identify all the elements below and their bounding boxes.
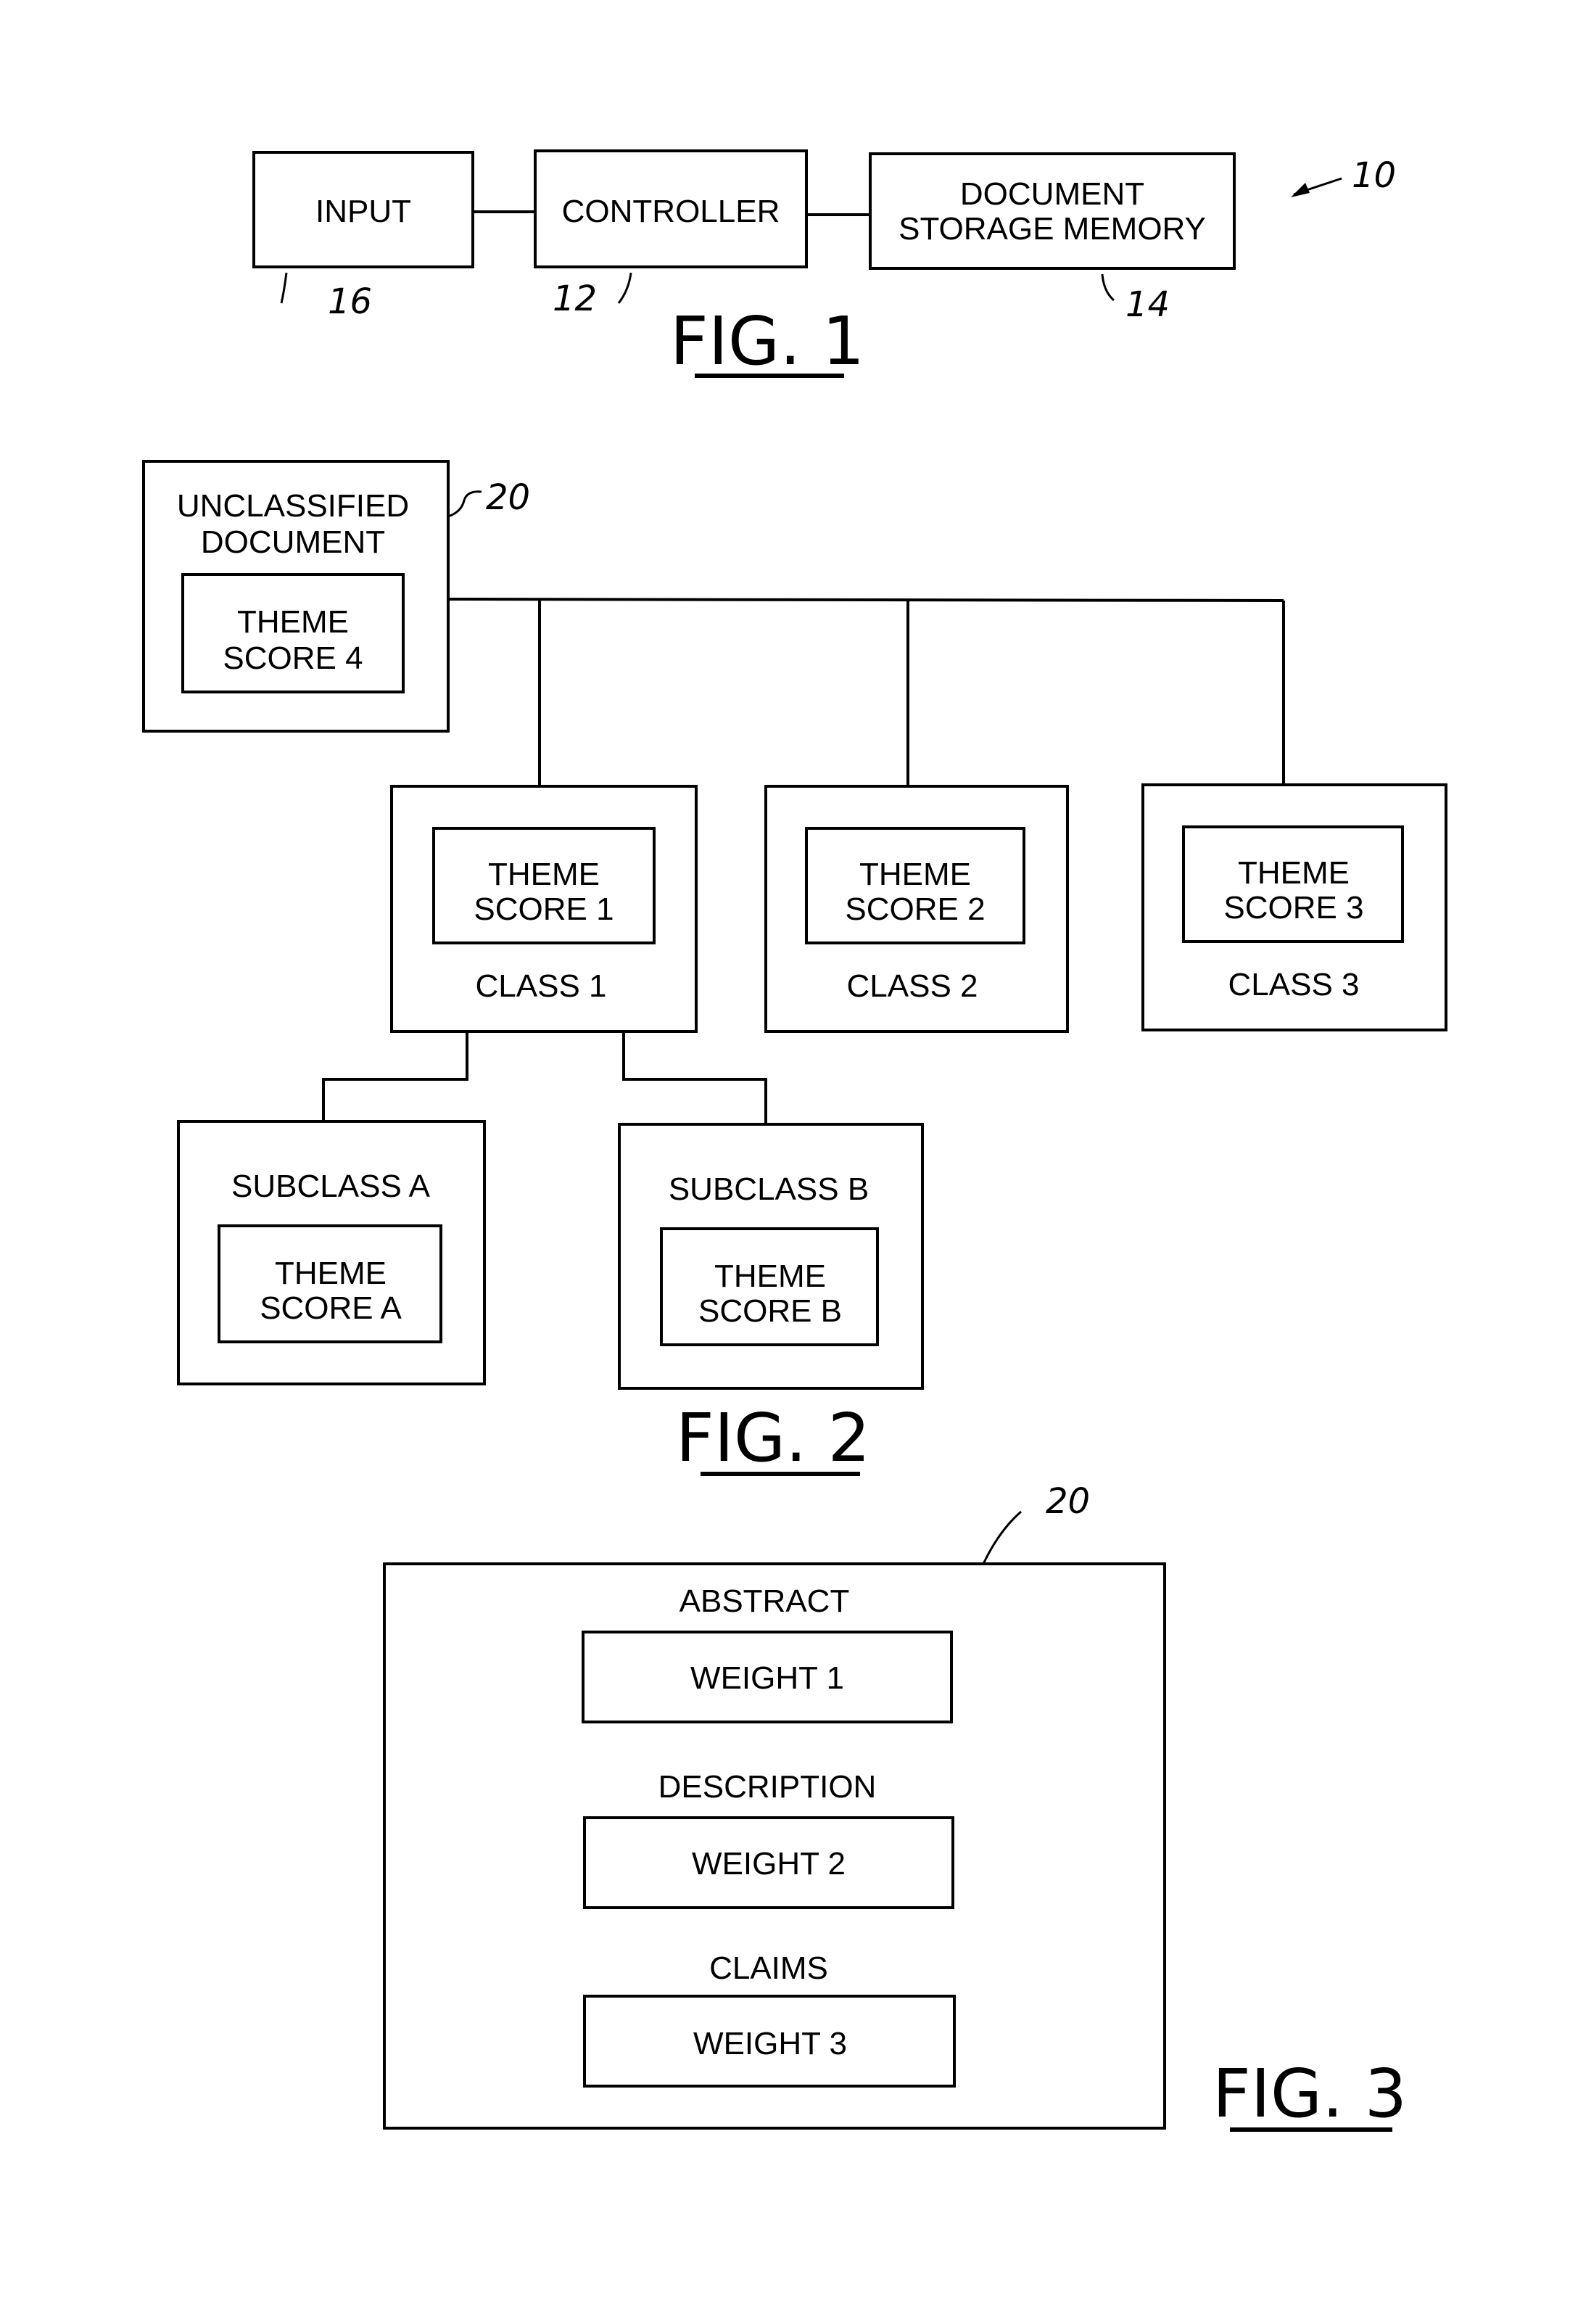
patent-drawing-sheet: INPUT CONTROLLER DOCUMENT STORAGE MEMORY… bbox=[142, 149, 1447, 2133]
subclass-b-connector bbox=[622, 1031, 767, 1124]
ref-14-leader bbox=[1101, 273, 1115, 302]
theme-score-2-line2: SCORE 2 bbox=[845, 891, 985, 927]
abstract-heading: ABSTRACT bbox=[679, 1583, 850, 1619]
ref-20-fig2: 20 bbox=[486, 477, 530, 518]
theme-score-a-line2: SCORE A bbox=[260, 1290, 402, 1326]
memory-label-line2: STORAGE MEMORY bbox=[899, 211, 1206, 247]
subclass-a-box bbox=[177, 1120, 486, 1385]
unclassified-label-line1: UNCLASSIFIED bbox=[177, 488, 409, 524]
subclass-a-label: SUBCLASS A bbox=[231, 1169, 431, 1204]
class-bus-line bbox=[447, 598, 1284, 602]
controller-label: CONTROLLER bbox=[562, 194, 780, 229]
input-label: INPUT bbox=[315, 194, 411, 229]
ref-14: 14 bbox=[1125, 284, 1170, 325]
weight-1-label: WEIGHT 1 bbox=[690, 1660, 844, 1696]
theme-score-2-line1: THEME bbox=[859, 857, 971, 892]
claims-heading: CLAIMS bbox=[709, 1950, 828, 1986]
class-2-label: CLASS 2 bbox=[847, 968, 978, 1004]
description-heading: DESCRIPTION bbox=[658, 1769, 877, 1805]
ref-20-leader bbox=[447, 490, 482, 518]
fig1-caption: FIG. 1 bbox=[670, 302, 864, 380]
ref-20-fig3: 20 bbox=[1046, 1481, 1090, 1522]
theme-score-b-line2: SCORE B bbox=[698, 1293, 842, 1329]
fig2-caption: FIG. 2 bbox=[676, 1399, 870, 1477]
theme-score-b-line1: THEME bbox=[714, 1258, 826, 1294]
memory-label-line1: DOCUMENT bbox=[960, 176, 1144, 212]
ref-20-fig3-leader bbox=[982, 1510, 1022, 1565]
ref-10: 10 bbox=[1352, 155, 1396, 196]
theme-score-4-line2: SCORE 4 bbox=[223, 640, 363, 676]
theme-score-3-line1: THEME bbox=[1238, 855, 1350, 891]
fig1-block-diagram: INPUT CONTROLLER DOCUMENT STORAGE MEMORY… bbox=[252, 149, 1396, 380]
class-1-label: CLASS 1 bbox=[476, 968, 607, 1004]
ref-16-leader bbox=[280, 272, 288, 304]
weight-3-label: WEIGHT 3 bbox=[693, 2026, 847, 2061]
ref-12: 12 bbox=[553, 279, 597, 319]
theme-score-1-line1: THEME bbox=[488, 857, 600, 892]
ref-16: 16 bbox=[328, 281, 372, 322]
theme-score-1-line2: SCORE 1 bbox=[474, 891, 614, 927]
weight-2-label: WEIGHT 2 bbox=[692, 1846, 846, 1882]
fig3-document-sections: 20 ABSTRACT WEIGHT 1 DESCRIPTION WEIGHT … bbox=[383, 1481, 1407, 2133]
unclassified-label-line2: DOCUMENT bbox=[201, 524, 385, 560]
theme-score-3-line2: SCORE 3 bbox=[1223, 890, 1363, 926]
fig3-caption: FIG. 3 bbox=[1213, 2055, 1407, 2133]
theme-score-a-line1: THEME bbox=[275, 1256, 387, 1291]
ref-10-arrowhead bbox=[1291, 183, 1310, 197]
subclass-b-label: SUBCLASS B bbox=[669, 1171, 869, 1207]
subclass-a-connector bbox=[322, 1031, 468, 1121]
theme-score-4-line1: THEME bbox=[237, 604, 349, 640]
fig2-classification-tree: UNCLASSIFIED DOCUMENT THEME SCORE 4 20 T… bbox=[142, 460, 1447, 1477]
ref-12-leader bbox=[617, 272, 632, 304]
class-3-label: CLASS 3 bbox=[1228, 967, 1360, 1002]
